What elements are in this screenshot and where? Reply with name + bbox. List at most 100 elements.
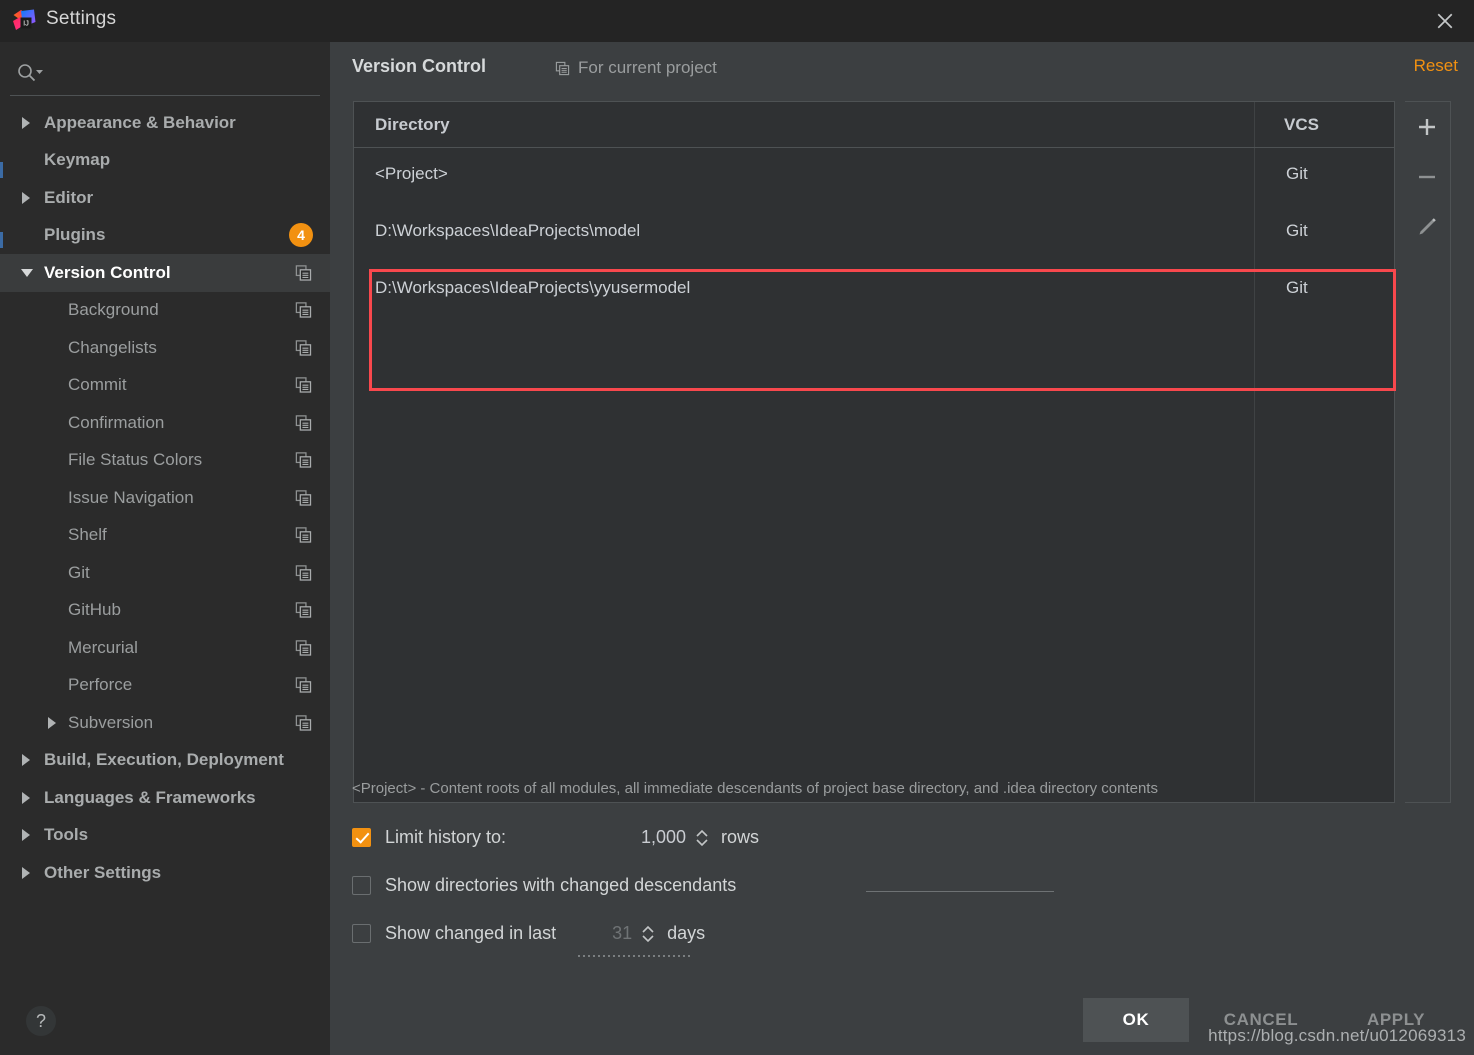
sidebar-item-label: Plugins <box>44 225 106 245</box>
show-changed-last-checkbox[interactable] <box>352 924 371 943</box>
sidebar-item-label: File Status Colors <box>68 450 203 470</box>
sidebar-item-issue-navigation[interactable]: Issue Navigation <box>0 479 330 517</box>
table-row[interactable]: D:\Workspaces\IdeaProjects\model Git <box>354 205 1394 262</box>
edit-button[interactable] <box>1405 202 1449 252</box>
show-changed-last-value[interactable]: 31 <box>556 923 632 944</box>
ok-button[interactable]: OK <box>1083 998 1189 1042</box>
title-bar: IJ Settings <box>0 0 1474 42</box>
sidebar-item-label: Appearance & Behavior <box>44 112 236 132</box>
minus-icon <box>1419 175 1435 179</box>
chevron-right-icon[interactable] <box>22 191 30 204</box>
sidebar-item-background[interactable]: Background <box>0 292 330 330</box>
limit-history-unit: rows <box>721 827 760 847</box>
sidebar-item-version-control[interactable]: Version Control <box>0 254 330 292</box>
show-directories-checkbox[interactable] <box>352 876 371 895</box>
copy-icon[interactable] <box>295 414 312 431</box>
copy-icon[interactable] <box>295 639 312 656</box>
copy-icon[interactable] <box>295 339 312 356</box>
close-icon[interactable] <box>1430 6 1460 36</box>
edge-marker <box>0 162 3 178</box>
sidebar-item-appearance-behavior[interactable]: Appearance & Behavior <box>0 104 330 142</box>
sidebar-item-github[interactable]: GitHub <box>0 592 330 630</box>
sidebar-item-git[interactable]: Git <box>0 554 330 592</box>
sidebar: Appearance & Behavior Keymap Editor Plugins… <box>0 42 330 1055</box>
sidebar-item-editor[interactable]: Editor <box>0 179 330 217</box>
sidebar-item-label: GitHub <box>68 600 121 620</box>
copy-icon[interactable] <box>295 527 312 544</box>
show-changed-last-stepper[interactable] <box>641 925 655 943</box>
chevron-right-icon[interactable] <box>48 716 56 729</box>
chevron-up-icon <box>696 829 708 837</box>
sidebar-item-confirmation[interactable]: Confirmation <box>0 404 330 442</box>
table-toolbar <box>1405 101 1451 803</box>
chevron-down-icon[interactable] <box>21 268 33 277</box>
copy-icon[interactable] <box>295 377 312 394</box>
sidebar-item-label: Tools <box>44 825 89 845</box>
copy-icon[interactable] <box>295 714 312 731</box>
search-input[interactable] <box>52 58 312 86</box>
copy-icon[interactable] <box>295 264 312 281</box>
table-hint: <Project> - Content roots of all modules… <box>352 780 1158 797</box>
chevron-right-icon[interactable] <box>22 116 30 129</box>
cell-vcs: Git <box>1286 278 1308 297</box>
sidebar-item-subversion[interactable]: Subversion <box>0 704 330 742</box>
sidebar-item-mercurial[interactable]: Mercurial <box>0 629 330 667</box>
copy-icon[interactable] <box>295 564 312 581</box>
main-panel: Version Control For current project Rese… <box>330 42 1474 1055</box>
sidebar-item-other-settings[interactable]: Other Settings <box>0 854 330 892</box>
copy-icon[interactable] <box>295 302 312 319</box>
sidebar-item-plugins[interactable]: Plugins 4 <box>0 217 330 255</box>
table-body: <Project> Git D:\Workspaces\IdeaProjects\m… <box>354 148 1394 319</box>
chevron-right-icon[interactable] <box>22 829 30 842</box>
sidebar-item-languages-frameworks[interactable]: Languages & Frameworks <box>0 779 330 817</box>
limit-history-checkbox[interactable] <box>352 828 371 847</box>
sidebar-item-commit[interactable]: Commit <box>0 367 330 405</box>
add-button[interactable] <box>1405 102 1449 152</box>
copy-icon[interactable] <box>295 489 312 506</box>
table-row[interactable]: D:\Workspaces\IdeaProjects\yyusermodel Gi… <box>354 262 1394 319</box>
sidebar-item-perforce[interactable]: Perforce <box>0 667 330 705</box>
reset-link[interactable]: Reset <box>1414 56 1458 76</box>
sidebar-item-changelists[interactable]: Changelists <box>0 329 330 367</box>
limit-history-value[interactable]: 1,000 <box>506 827 686 848</box>
column-header-directory[interactable]: Directory <box>375 115 450 135</box>
sidebar-item-keymap[interactable]: Keymap <box>0 142 330 180</box>
copy-icon[interactable] <box>295 602 312 619</box>
sidebar-item-label: Keymap <box>44 150 111 170</box>
sidebar-item-label: Git <box>68 562 90 582</box>
svg-text:IJ: IJ <box>23 19 29 28</box>
chevron-right-icon[interactable] <box>22 791 30 804</box>
sidebar-item-tools[interactable]: Tools <box>0 817 330 855</box>
show-changed-last-label: Show changed in last <box>385 923 557 943</box>
vcs-directory-table: Directory VCS <Project> Git D:\Workspaces\… <box>353 101 1396 803</box>
sidebar-item-label: Background <box>68 300 159 320</box>
search-box[interactable] <box>10 52 320 96</box>
settings-dialog: IJ Settings Appearance & Behavior Keymap E… <box>0 0 1474 1055</box>
sidebar-item-label: Mercurial <box>68 637 138 657</box>
column-header-vcs[interactable]: VCS <box>1284 115 1319 135</box>
window-title: Settings <box>46 8 117 29</box>
sidebar-item-shelf[interactable]: Shelf <box>0 517 330 555</box>
remove-button[interactable] <box>1405 152 1449 202</box>
chevron-right-icon[interactable] <box>22 754 30 767</box>
sidebar-item-file-status-colors[interactable]: File Status Colors <box>0 442 330 480</box>
sidebar-item-label: Editor <box>44 187 94 207</box>
chevron-right-icon[interactable] <box>22 866 30 879</box>
chevron-down-icon <box>696 838 708 846</box>
chevron-down-icon <box>36 70 43 74</box>
help-button[interactable]: ? <box>26 1006 56 1036</box>
limit-history-label: Limit history to: <box>385 827 507 847</box>
scope-label: For current project <box>578 58 717 77</box>
watermark: https://blog.csdn.net/u012069313 <box>1208 1026 1466 1045</box>
sidebar-item-label: Shelf <box>68 525 107 545</box>
copy-icon[interactable] <box>295 452 312 469</box>
copy-icon[interactable] <box>295 677 312 694</box>
settings-tree: Appearance & Behavior Keymap Editor Plugins… <box>0 104 330 892</box>
sidebar-item-build-execution-deployment[interactable]: Build, Execution, Deployment <box>0 742 330 780</box>
search-icon <box>18 64 43 82</box>
edge-marker <box>0 232 3 248</box>
table-row[interactable]: <Project> Git <box>354 148 1394 205</box>
sidebar-item-label: Other Settings <box>44 862 162 882</box>
sidebar-item-label: Build, Execution, Deployment <box>44 750 284 770</box>
limit-history-stepper[interactable] <box>695 829 709 847</box>
